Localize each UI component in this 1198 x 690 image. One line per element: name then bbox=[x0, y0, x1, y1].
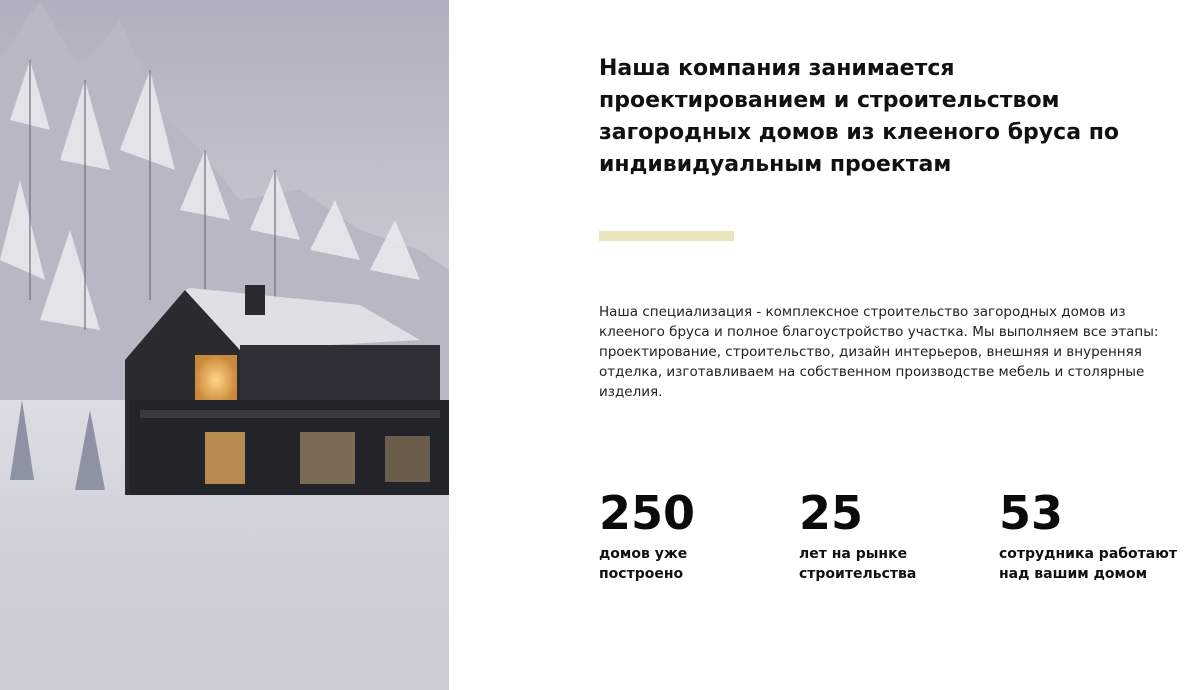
section-headline: Наша компания занимается проектированием… bbox=[599, 56, 1120, 177]
about-section: Наша компания занимается проектированием… bbox=[599, 0, 1189, 690]
stat-label: сотрудника работают над вашим домом bbox=[999, 546, 1177, 582]
stat-houses-built: 250 домов уже построено bbox=[599, 484, 789, 584]
hero-photo bbox=[0, 0, 449, 690]
stat-number: 25 bbox=[799, 486, 864, 540]
company-description: Наша специализация - комплексное строите… bbox=[599, 304, 1159, 400]
stat-number: 53 bbox=[999, 486, 1064, 540]
stat-employees: 53 сотрудника работают над вашим домом bbox=[999, 484, 1189, 584]
stat-number: 250 bbox=[599, 486, 696, 540]
accent-divider bbox=[599, 231, 734, 241]
stat-label: домов уже построено bbox=[599, 546, 688, 582]
stat-label: лет на рынке строительства bbox=[799, 546, 917, 582]
stat-years-on-market: 25 лет на рынке строительства bbox=[799, 484, 989, 584]
winter-house-illustration bbox=[0, 0, 449, 690]
